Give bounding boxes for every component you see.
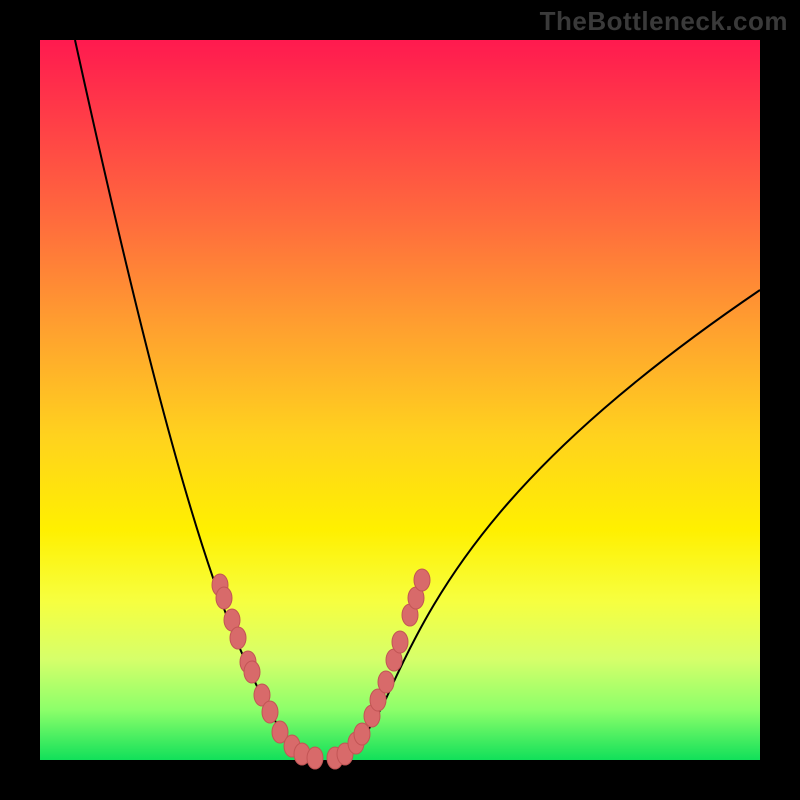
- dots-left: [212, 574, 323, 769]
- data-point: [230, 627, 246, 649]
- data-point: [307, 747, 323, 769]
- curve-layer: [40, 40, 760, 760]
- data-point: [392, 631, 408, 653]
- data-point: [216, 587, 232, 609]
- data-point: [262, 701, 278, 723]
- data-point: [244, 661, 260, 683]
- curve-left: [75, 40, 315, 758]
- dots-right: [327, 569, 430, 769]
- watermark-text: TheBottleneck.com: [540, 6, 788, 37]
- curve-right: [335, 290, 760, 758]
- data-point: [414, 569, 430, 591]
- data-point: [354, 723, 370, 745]
- chart-frame: TheBottleneck.com: [0, 0, 800, 800]
- data-point: [378, 671, 394, 693]
